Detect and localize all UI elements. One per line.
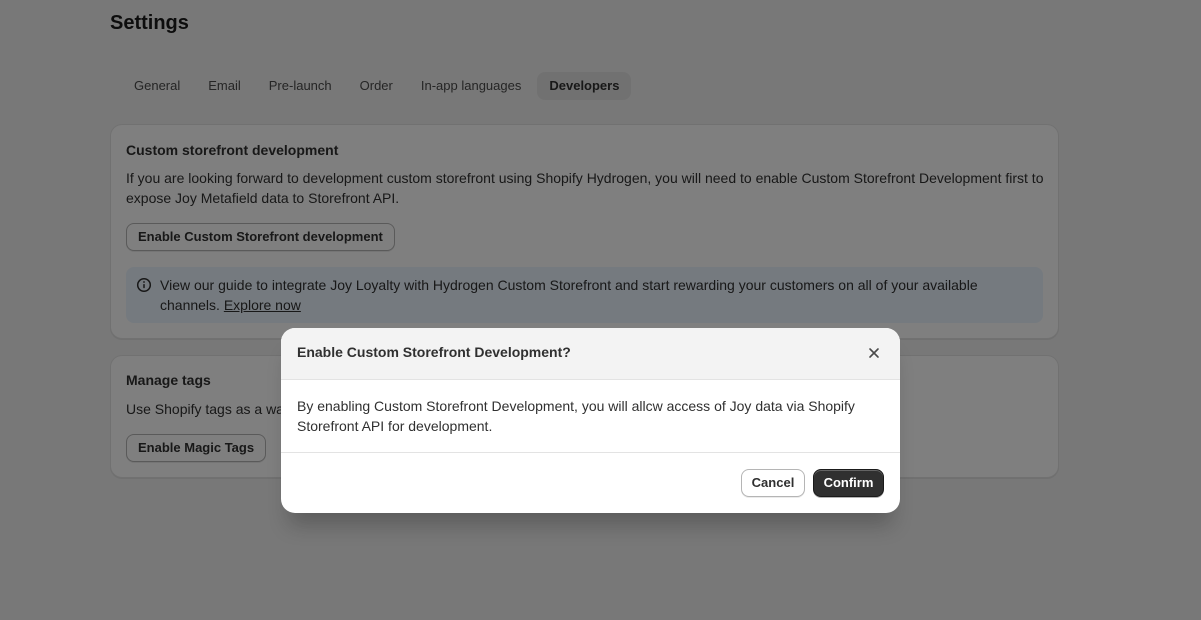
modal-title: Enable Custom Storefront Development?	[297, 344, 571, 360]
modal-header: Enable Custom Storefront Development?	[281, 328, 900, 380]
modal-divider	[281, 452, 900, 453]
confirm-modal: Enable Custom Storefront Development? By…	[281, 328, 900, 513]
modal-backdrop[interactable]	[0, 0, 1201, 620]
close-icon[interactable]	[864, 343, 884, 363]
cancel-button[interactable]: Cancel	[741, 469, 805, 497]
modal-body: By enabling Custom Storefront Developmen…	[297, 398, 855, 434]
confirm-button[interactable]: Confirm	[813, 469, 884, 497]
